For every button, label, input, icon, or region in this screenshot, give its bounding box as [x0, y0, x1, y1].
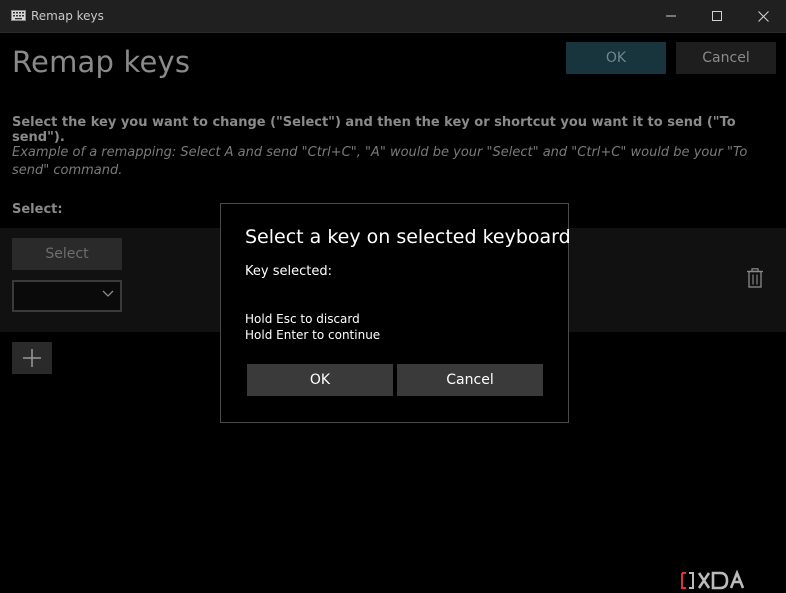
select-key-dialog: Select a key on selected keyboard Key se…	[220, 203, 571, 423]
ok-button[interactable]: OK	[566, 42, 666, 74]
add-remap-button[interactable]	[12, 342, 52, 374]
example-text: Example of a remapping: Select A and sen…	[12, 145, 748, 178]
select-label: Select:	[12, 202, 63, 217]
trash-icon[interactable]	[746, 268, 764, 288]
cancel-button[interactable]: Cancel	[676, 42, 776, 74]
close-button[interactable]	[740, 0, 786, 32]
minimize-icon	[666, 15, 676, 17]
instruction-text: Select the key you want to change ("Sele…	[12, 115, 736, 145]
plus-icon	[23, 349, 41, 367]
dialog-title: Select a key on selected keyboard	[245, 226, 571, 248]
chevron-down-icon	[102, 290, 114, 297]
dialog-ok-button[interactable]: OK	[247, 364, 393, 396]
dialog-cancel-button[interactable]: Cancel	[397, 364, 543, 396]
key-dropdown[interactable]	[12, 280, 122, 312]
hint-continue: Hold Enter to continue	[245, 328, 381, 342]
key-selected-label: Key selected:	[245, 264, 332, 279]
page-title: Remap keys	[12, 45, 191, 79]
window-title: Remap keys	[31, 9, 104, 23]
title-bar: Remap keys	[0, 0, 786, 33]
xda-logo	[681, 569, 745, 590]
keyboard-icon	[11, 10, 26, 21]
close-icon	[757, 10, 769, 22]
maximize-icon	[712, 11, 722, 21]
hint-discard: Hold Esc to discard	[245, 312, 360, 326]
minimize-button[interactable]	[648, 0, 694, 32]
maximize-button[interactable]	[694, 0, 740, 32]
main-content: Remap keys OK Cancel Select the key you …	[0, 33, 786, 592]
select-key-button[interactable]: Select	[12, 238, 122, 270]
